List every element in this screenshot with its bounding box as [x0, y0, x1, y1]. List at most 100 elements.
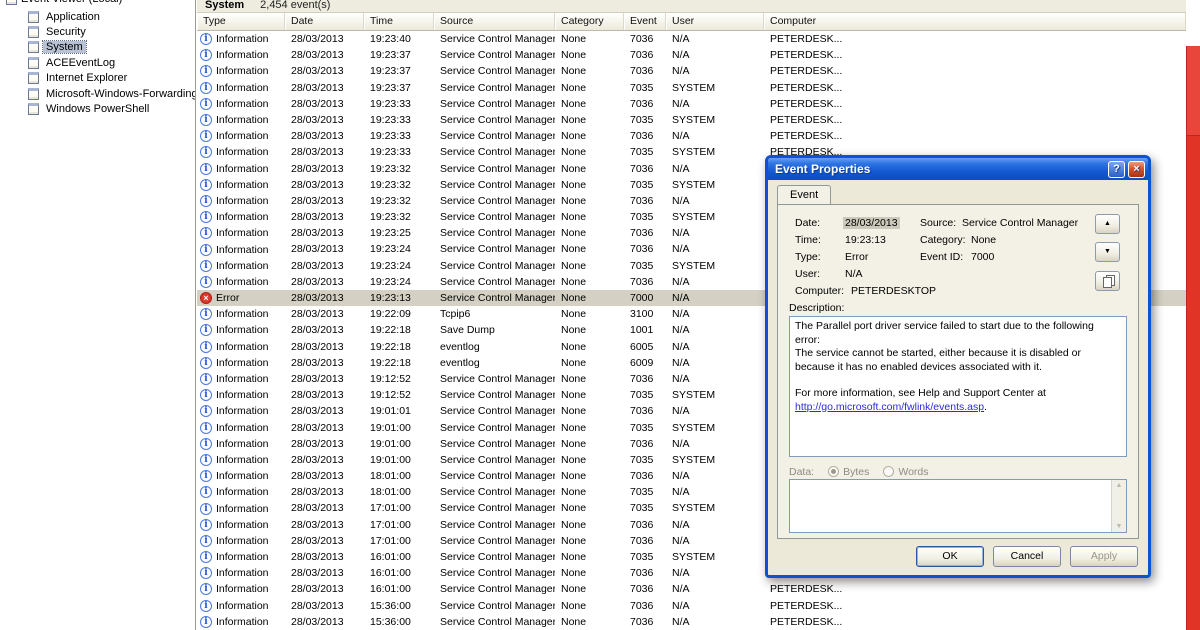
- source-cell: Service Control Manager: [440, 453, 555, 466]
- column-header-time[interactable]: Time: [364, 13, 434, 30]
- information-icon: i: [200, 453, 212, 466]
- dialog-title-bar[interactable]: Event Properties ? ×: [768, 158, 1148, 180]
- source-cell: Service Control Manager: [440, 518, 555, 531]
- type-label: Type:: [795, 251, 821, 263]
- time-cell: 19:23:33: [370, 113, 411, 126]
- data-box-scrollbar[interactable]: ▲ ▼: [1111, 480, 1126, 532]
- information-icon: i: [200, 470, 212, 483]
- tab-event[interactable]: Event: [777, 185, 832, 204]
- information-icon: i: [200, 259, 212, 272]
- column-header-type[interactable]: Type: [197, 13, 285, 30]
- sidebar-item-label: Application: [46, 10, 100, 23]
- table-row[interactable]: i Information 28/03/2013 15:36:00 Service Co…: [197, 598, 1186, 614]
- words-radio[interactable]: Words: [883, 466, 929, 478]
- apply-button[interactable]: Apply: [1070, 546, 1138, 567]
- sidebar-item-microsoft-windows-forwarding[interactable]: Microsoft-Windows-Forwarding/: [0, 86, 195, 101]
- sidebar-item-windows-powershell[interactable]: Windows PowerShell: [0, 101, 195, 116]
- type-cell: i Information: [197, 274, 285, 290]
- table-row[interactable]: i Information 28/03/2013 19:23:40 Service Co…: [197, 31, 1186, 47]
- events-help-link[interactable]: http://go.microsoft.com/fwlink/events.as…: [795, 401, 984, 413]
- column-header-event[interactable]: Event: [624, 13, 666, 30]
- copy-event-button[interactable]: [1095, 271, 1120, 291]
- information-icon: i: [200, 275, 212, 288]
- help-button[interactable]: ?: [1108, 160, 1125, 178]
- table-row[interactable]: i Information 28/03/2013 19:23:33 Service Co…: [197, 96, 1186, 112]
- date-cell: 28/03/2013: [291, 437, 344, 450]
- sidebar-item-system[interactable]: System: [0, 40, 195, 55]
- table-row[interactable]: i Information 28/03/2013 19:23:37 Service Co…: [197, 63, 1186, 79]
- ok-button[interactable]: OK: [916, 546, 984, 567]
- source-cell: Service Control Manager: [440, 130, 555, 143]
- information-icon: i: [200, 389, 212, 402]
- sidebar-item-aceeventlog[interactable]: ACEEventLog: [0, 55, 195, 70]
- bytes-radio[interactable]: Bytes: [828, 466, 869, 478]
- information-icon: i: [200, 81, 212, 94]
- user-cell: N/A: [672, 615, 690, 628]
- information-icon: i: [200, 49, 212, 62]
- type-cell: i Information: [197, 549, 285, 565]
- date-cell: 28/03/2013: [291, 178, 344, 191]
- table-row[interactable]: i Information 28/03/2013 19:23:37 Service Co…: [197, 80, 1186, 96]
- column-header-source[interactable]: Source: [434, 13, 555, 30]
- time-cell: 19:22:18: [370, 356, 411, 369]
- user-cell: N/A: [672, 518, 690, 531]
- user-value: N/A: [845, 268, 863, 280]
- time-cell: 19:23:25: [370, 227, 411, 240]
- type-label: Information: [216, 567, 269, 580]
- column-header-computer[interactable]: Computer: [764, 13, 1186, 30]
- category-cell: None: [561, 146, 587, 159]
- type-label: Information: [216, 486, 269, 499]
- type-label: Information: [216, 275, 269, 288]
- category-cell: None: [561, 615, 587, 628]
- type-label: Information: [216, 502, 269, 515]
- event-cell: 7035: [630, 211, 654, 224]
- category-label: Category:: [920, 234, 966, 246]
- close-icon[interactable]: ×: [1128, 160, 1145, 178]
- category-cell: None: [561, 405, 587, 418]
- radio-icon: [828, 466, 840, 477]
- table-row[interactable]: i Information 28/03/2013 19:23:37 Service Co…: [197, 47, 1186, 63]
- type-cell: i Information: [197, 63, 285, 79]
- date-cell: 28/03/2013: [291, 372, 344, 385]
- next-event-button[interactable]: ▼: [1095, 242, 1120, 262]
- sidebar-tree: Event Viewer (Local) Application Security…: [0, 0, 196, 630]
- category-cell: None: [561, 259, 587, 272]
- column-header-category[interactable]: Category: [555, 13, 624, 30]
- type-cell: × Error: [197, 290, 285, 306]
- tree-root-event-viewer[interactable]: Event Viewer (Local): [0, 0, 195, 7]
- source-cell: Save Dump: [440, 324, 495, 337]
- event-log-icon: [28, 10, 39, 23]
- date-cell: 28/03/2013: [291, 502, 344, 515]
- source-cell: Service Control Manager: [440, 146, 555, 159]
- table-row[interactable]: i Information 28/03/2013 15:36:00 Service Co…: [197, 614, 1186, 630]
- source-cell: Service Control Manager: [440, 372, 555, 385]
- information-icon: i: [200, 486, 212, 499]
- sidebar-item-label: Windows PowerShell: [46, 103, 150, 116]
- time-cell: 19:01:00: [370, 421, 411, 434]
- type-cell: i Information: [197, 565, 285, 581]
- table-row[interactable]: i Information 28/03/2013 16:01:00 Service Co…: [197, 581, 1186, 597]
- sidebar-item-internet-explorer[interactable]: Internet Explorer: [0, 71, 195, 86]
- information-icon: i: [200, 567, 212, 580]
- cancel-button[interactable]: Cancel: [993, 546, 1061, 567]
- vertical-scrollbar[interactable]: [1186, 46, 1200, 630]
- description-box[interactable]: The Parallel port driver service failed …: [789, 316, 1127, 457]
- time-cell: 19:23:32: [370, 178, 411, 191]
- user-cell: N/A: [672, 65, 690, 78]
- computer-cell: PETERDESK...: [770, 33, 843, 45]
- column-header-date[interactable]: Date: [285, 13, 364, 30]
- table-row[interactable]: i Information 28/03/2013 19:23:33 Service Co…: [197, 112, 1186, 128]
- scrollbar-thumb[interactable]: [1187, 46, 1200, 136]
- source-cell: Service Control Manager: [440, 599, 555, 612]
- event-viewer-icon: [6, 0, 17, 5]
- time-cell: 19:23:32: [370, 162, 411, 175]
- table-row[interactable]: i Information 28/03/2013 19:23:33 Service Co…: [197, 128, 1186, 144]
- event-cell: 7035: [630, 389, 654, 402]
- column-header-user[interactable]: User: [666, 13, 764, 30]
- data-box[interactable]: ▲ ▼: [789, 479, 1127, 533]
- previous-event-button[interactable]: ▲: [1095, 214, 1120, 234]
- sidebar-item-security[interactable]: Security: [0, 24, 195, 39]
- event-cell: 7036: [630, 567, 654, 580]
- sidebar-item-application[interactable]: Application: [0, 9, 195, 24]
- event-id-label: Event ID:: [920, 251, 964, 263]
